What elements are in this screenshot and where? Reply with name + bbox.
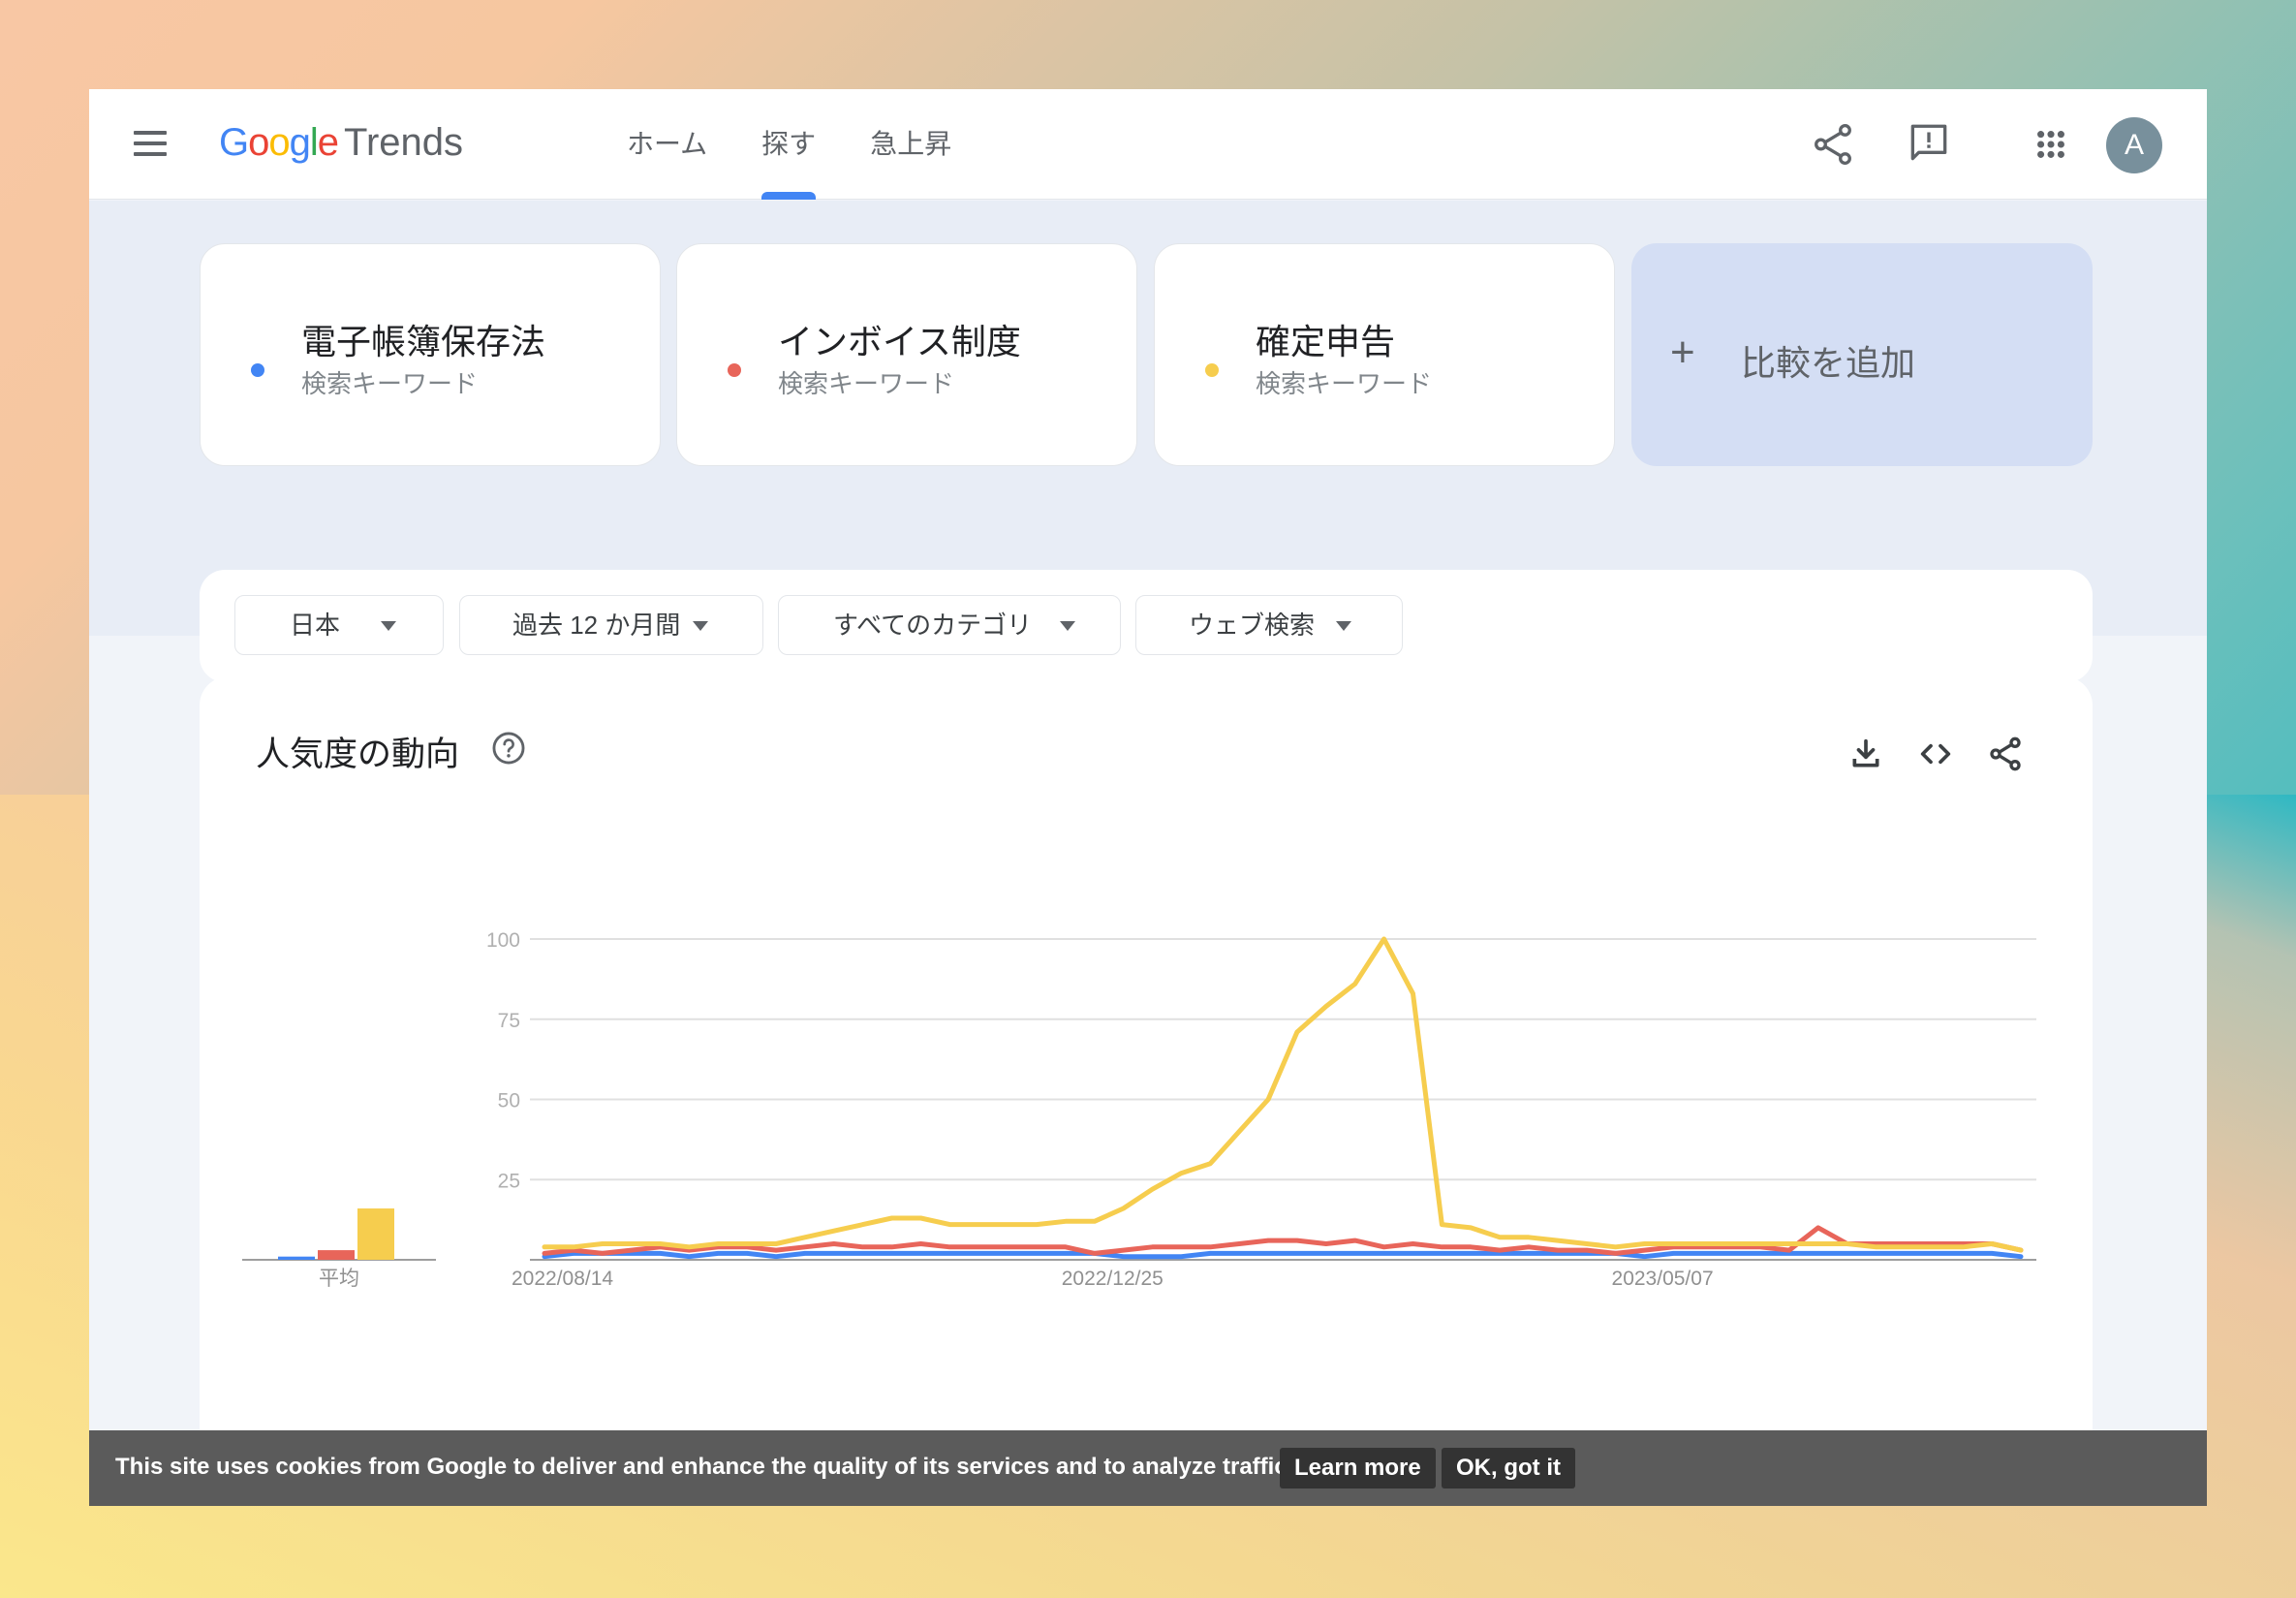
search-term-card[interactable]: インボイス制度 検索キーワード (676, 243, 1137, 466)
explore-section: 電子帳簿保存法 検索キーワード インボイス制度 検索キーワード 確定申告 検索キ… (89, 201, 2207, 682)
term-type: 検索キーワード (301, 369, 479, 398)
plus-icon: + (1670, 329, 1695, 376)
hamburger-menu-icon[interactable] (134, 131, 167, 158)
search-type-dropdown[interactable]: ウェブ検索 (1135, 595, 1403, 655)
term-color-dot (251, 363, 264, 377)
series-line (542, 936, 2024, 1253)
term-color-dot (1205, 363, 1219, 377)
y-tick-label: 25 (498, 1170, 520, 1192)
main-nav: ホーム 探す 急上昇 (627, 89, 1006, 200)
x-tick-label: 2023/05/07 (1612, 1268, 1714, 1290)
category-dropdown[interactable]: すべてのカテゴリ (778, 595, 1121, 655)
chart-series (542, 936, 2024, 1260)
cookie-banner: This site uses cookies from Google to de… (89, 1430, 2207, 1506)
x-axis-ticks: 2022/08/14 2022/12/25 2023/05/07 (512, 1268, 1714, 1290)
average-bar (278, 1256, 315, 1260)
series-line (542, 1250, 2024, 1260)
time-range-dropdown[interactable]: 過去 12 か月間 (459, 595, 763, 655)
term-name: 電子帳簿保存法 (301, 322, 546, 361)
caret-down-icon (381, 621, 396, 631)
y-tick-label: 100 (486, 929, 520, 952)
y-axis-ticks: 25 50 75 100 (486, 929, 520, 1192)
nav-tab-home[interactable]: ホーム (627, 89, 707, 200)
term-color-dot (728, 363, 741, 377)
nav-tab-explore[interactable]: 探す (761, 89, 817, 200)
trend-chart[interactable]: 平均 25 50 75 100 2022/08/14 2022/12/25 2023/05… (200, 676, 2093, 1504)
averages-bar-chart: 平均 (242, 1208, 436, 1290)
average-bar (318, 1250, 355, 1260)
search-term-card[interactable]: 確定申告 検索キーワード (1154, 243, 1615, 466)
app-header: Google Trends ホーム 探す 急上昇 A (89, 89, 2207, 200)
search-term-card[interactable]: 電子帳簿保存法 検索キーワード (200, 243, 661, 466)
browser-window: Google Trends ホーム 探す 急上昇 A 電子帳簿保存法 検索キーワー… (89, 89, 2207, 1506)
x-tick-label: 2022/08/14 (512, 1268, 613, 1290)
term-type: 検索キーワード (1256, 369, 1433, 398)
add-comparison-label: 比較を追加 (1741, 343, 1916, 383)
series-line (542, 1225, 2024, 1256)
y-tick-label: 50 (498, 1090, 520, 1112)
caret-down-icon (1060, 621, 1075, 631)
cookie-notice-text: This site uses cookies from Google to de… (115, 1454, 1294, 1480)
region-dropdown[interactable]: 日本 (234, 595, 444, 655)
caret-down-icon (1336, 621, 1351, 631)
apps-grid-icon[interactable] (2027, 120, 2075, 169)
average-bar (357, 1208, 394, 1260)
nav-tab-trending[interactable]: 急上昇 (870, 89, 951, 200)
learn-more-button[interactable]: Learn more (1280, 1448, 1436, 1488)
x-tick-label: 2022/12/25 (1062, 1268, 1164, 1290)
account-avatar[interactable]: A (2106, 117, 2162, 173)
term-type: 検索キーワード (778, 369, 955, 398)
term-name: 確定申告 (1256, 322, 1396, 361)
averages-label: 平均 (319, 1268, 359, 1290)
share-icon[interactable] (1809, 120, 1857, 169)
active-tab-indicator (761, 192, 817, 200)
feedback-icon[interactable] (1905, 120, 1953, 169)
filter-bar: 日本 過去 12 か月間 すべてのカテゴリ ウェブ検索 (200, 570, 2093, 682)
caret-down-icon (693, 621, 708, 631)
y-tick-label: 75 (498, 1010, 520, 1032)
interest-over-time-card: 人気度の動向 平均 25 50 75 100 2022/08/14 2022/12/25… (200, 676, 2093, 1504)
google-trends-logo[interactable]: Google Trends (219, 118, 463, 167)
ok-got-it-button[interactable]: OK, got it (1442, 1448, 1575, 1488)
term-name: インボイス制度 (778, 322, 1021, 361)
add-comparison-button[interactable]: + 比較を追加 (1631, 243, 2093, 466)
chart-gridlines (530, 938, 2036, 1261)
